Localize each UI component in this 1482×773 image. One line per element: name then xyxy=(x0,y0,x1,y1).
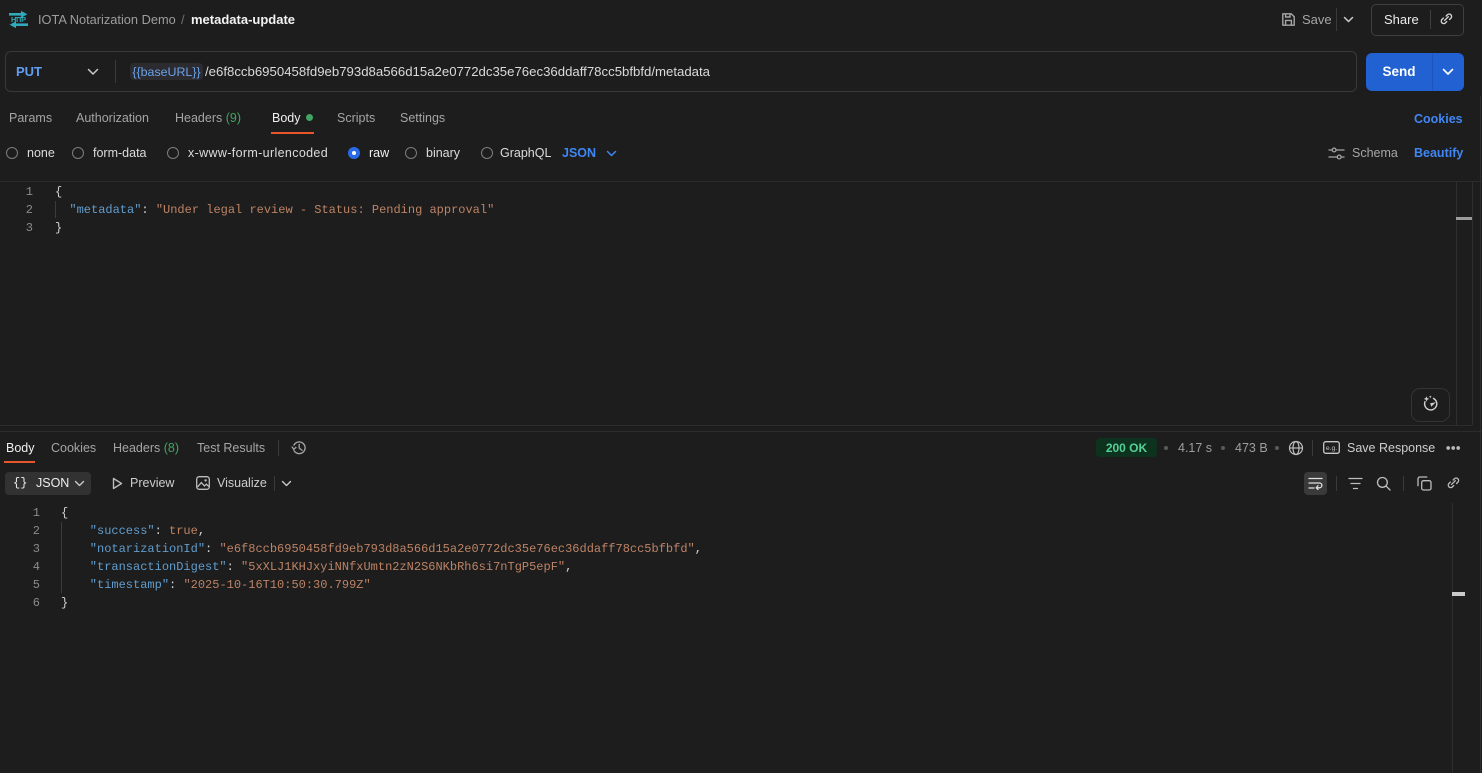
svg-text:e.g.: e.g. xyxy=(1326,445,1337,452)
svg-text:HTTP: HTTP xyxy=(11,15,26,24)
